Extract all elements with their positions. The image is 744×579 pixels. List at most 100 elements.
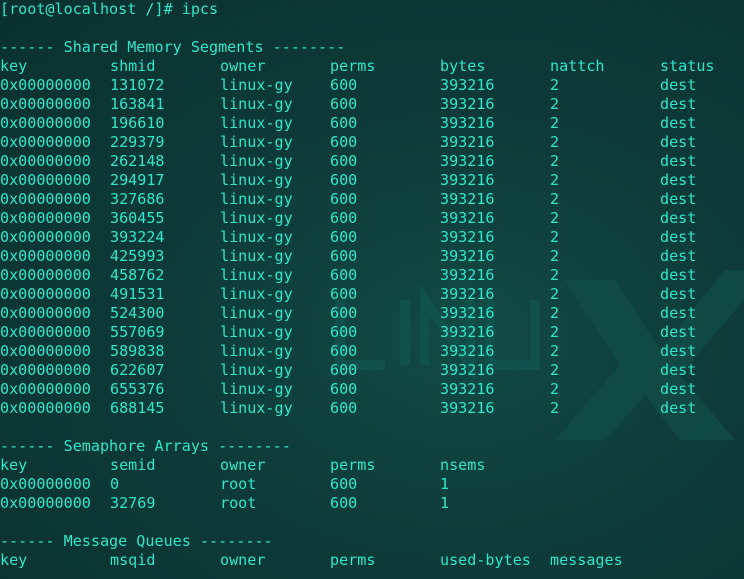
shm-cell-6: dest [660,266,697,284]
shm-cell-3: 600 [330,285,358,303]
shm-cell-6: dest [660,76,697,94]
shm-cell-2: linux-gy [220,285,293,303]
shm-cell-4: 393216 [440,209,495,227]
shm-cell-1: 229379 [110,133,165,151]
shm-cell-6: dest [660,152,697,170]
shm-cell-0: 0x00000000 [0,266,91,284]
shm-cell-6: dest [660,95,697,113]
shm-cell-2: linux-gy [220,399,293,417]
shm-cell-3: 600 [330,95,358,113]
sem-cell-3: 600 [330,494,358,512]
terminal-output[interactable]: [root@localhost /]# ipcs ------ Shared Me… [0,0,744,579]
shm-cell-3: 600 [330,209,358,227]
shm-cell-5: 2 [550,152,560,170]
shm-cell-5: 2 [550,342,560,360]
sem-cell-0: 0x00000000 [0,494,91,512]
shm-cell-4: 393216 [440,95,495,113]
shm-cell-4: 393216 [440,266,495,284]
shm-cell-2: linux-gy [220,380,293,398]
sem-column-header-0: key [0,456,28,474]
shm-cell-4: 393216 [440,323,495,341]
shm-cell-4: 393216 [440,190,495,208]
shm-cell-1: 557069 [110,323,165,341]
shm-cell-6: dest [660,133,697,151]
shm-cell-5: 2 [550,76,560,94]
shm-cell-3: 600 [330,228,358,246]
shm-cell-6: dest [660,209,697,227]
shm-cell-0: 0x00000000 [0,342,91,360]
sem-column-header-1: semid [110,456,156,474]
shm-cell-4: 393216 [440,342,495,360]
shm-cell-0: 0x00000000 [0,209,91,227]
shm-cell-1: 589838 [110,342,165,360]
shm-cell-6: dest [660,228,697,246]
shm-cell-5: 2 [550,95,560,113]
msg-column-header-4: used-bytes [440,551,531,569]
shm-cell-4: 393216 [440,361,495,379]
shm-cell-0: 0x00000000 [0,114,91,132]
shm-cell-3: 600 [330,114,358,132]
shm-cell-5: 2 [550,114,560,132]
shm-column-header-1: shmid [110,57,156,75]
shm-cell-2: linux-gy [220,266,293,284]
sem-cell-0: 0x00000000 [0,475,91,493]
shm-cell-0: 0x00000000 [0,95,91,113]
msg-column-header-1: msqid [110,551,156,569]
shm-cell-5: 2 [550,190,560,208]
sem-cell-1: 0 [110,475,120,493]
shm-cell-0: 0x00000000 [0,133,91,151]
sem-cell-4: 1 [440,494,450,512]
shm-cell-0: 0x00000000 [0,190,91,208]
shm-cell-6: dest [660,171,697,189]
shm-cell-2: linux-gy [220,190,293,208]
msg-column-header-0: key [0,551,28,569]
shm-cell-6: dest [660,361,697,379]
shm-cell-0: 0x00000000 [0,76,91,94]
sem-cell-2: root [220,494,257,512]
shm-cell-0: 0x00000000 [0,247,91,265]
sem-section-header: ------ Semaphore Arrays -------- [0,437,291,455]
sem-column-header-3: perms [330,456,376,474]
shm-section-header: ------ Shared Memory Segments -------- [0,38,346,56]
shm-column-header-3: perms [330,57,376,75]
shm-cell-6: dest [660,190,697,208]
shm-column-header-5: nattch [550,57,605,75]
sem-cell-3: 600 [330,475,358,493]
shm-cell-5: 2 [550,361,560,379]
shm-cell-4: 393216 [440,247,495,265]
shm-cell-2: linux-gy [220,304,293,322]
shm-cell-0: 0x00000000 [0,171,91,189]
shm-cell-1: 524300 [110,304,165,322]
shm-cell-5: 2 [550,209,560,227]
shm-cell-4: 393216 [440,285,495,303]
shm-cell-2: linux-gy [220,171,293,189]
shm-cell-3: 600 [330,342,358,360]
msg-section-header: ------ Message Queues -------- [0,532,273,550]
shm-cell-2: linux-gy [220,361,293,379]
shm-cell-2: linux-gy [220,114,293,132]
shm-cell-3: 600 [330,133,358,151]
shm-cell-1: 196610 [110,114,165,132]
sem-column-header-4: nsems [440,456,486,474]
shm-cell-5: 2 [550,133,560,151]
shm-cell-4: 393216 [440,171,495,189]
shm-cell-5: 2 [550,247,560,265]
shm-cell-1: 622607 [110,361,165,379]
shm-cell-1: 491531 [110,285,165,303]
shm-cell-4: 393216 [440,76,495,94]
shm-cell-2: linux-gy [220,323,293,341]
shm-column-header-4: bytes [440,57,486,75]
shell-prompt: [root@localhost /]# ipcs [0,0,219,18]
msg-column-header-5: messages [550,551,623,569]
shm-cell-4: 393216 [440,228,495,246]
shm-cell-1: 425993 [110,247,165,265]
shm-cell-5: 2 [550,266,560,284]
shm-cell-4: 393216 [440,114,495,132]
shm-cell-6: dest [660,114,697,132]
shm-cell-5: 2 [550,323,560,341]
shm-cell-6: dest [660,323,697,341]
shm-cell-2: linux-gy [220,342,293,360]
shm-cell-1: 131072 [110,76,165,94]
sem-column-header-2: owner [220,456,266,474]
msg-column-header-2: owner [220,551,266,569]
